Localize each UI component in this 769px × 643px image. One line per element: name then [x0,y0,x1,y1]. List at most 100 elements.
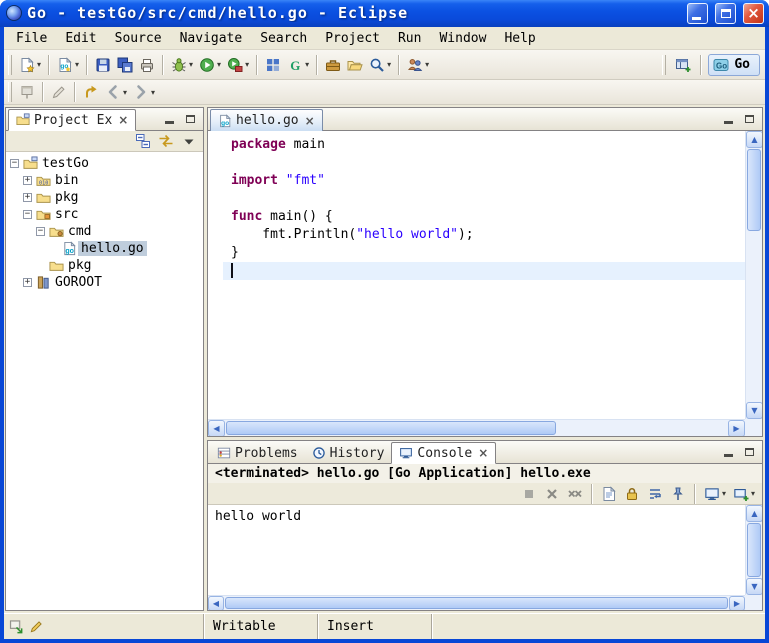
menu-item-help[interactable]: Help [495,29,544,48]
mark-occurrences-button[interactable] [48,80,70,104]
expand-expander-icon[interactable]: + [23,278,32,287]
console-horizontal-scrollbar[interactable]: ◀ ▶ [208,595,745,610]
fast-view-icon[interactable] [9,619,24,634]
scroll-lock-button[interactable] [621,484,643,504]
remove-all-button[interactable] [564,484,586,504]
tree-item-pkg[interactable]: pkg [6,257,203,274]
back-button[interactable]: ▾ [102,80,130,104]
save-all-button[interactable] [114,53,136,77]
new-wizard-button[interactable]: ▾ [16,53,44,77]
print-button[interactable] [136,53,158,77]
toolbar-drag-handle[interactable] [662,55,666,75]
tab-history[interactable]: History [305,442,392,464]
editor-vertical-scrollbar[interactable]: ▲ ▼ [745,131,762,419]
open-folder-button[interactable] [344,53,366,77]
tree-item-bin[interactable]: +010bin [6,172,203,189]
go-perspective-button[interactable]: Go Go [708,54,760,76]
scrollbar-thumb[interactable] [225,597,728,609]
collapse-all-button[interactable] [132,132,154,151]
console-vertical-scrollbar[interactable]: ▲ ▼ [745,505,762,595]
scrollbar-thumb[interactable] [226,421,556,435]
maximize-view-button[interactable] [181,111,199,127]
minimize-view-button[interactable] [719,444,737,460]
scrollbar-thumb[interactable] [747,149,761,231]
dropdown-arrow-icon[interactable]: ▾ [387,60,391,69]
collapse-expander-icon[interactable]: − [23,210,32,219]
menu-item-search[interactable]: Search [251,29,316,48]
menu-item-file[interactable]: File [7,29,56,48]
dropdown-arrow-icon[interactable]: ▾ [425,60,429,69]
expand-expander-icon[interactable]: + [23,193,32,202]
menu-item-run[interactable]: Run [389,29,430,48]
tree-item-src[interactable]: −src [6,206,203,223]
menu-item-project[interactable]: Project [316,29,389,48]
code-line[interactable]: package main [223,136,745,154]
minimize-view-button[interactable] [719,111,737,127]
eclipse-logo-icon[interactable] [6,5,22,21]
tab-problems[interactable]: Problems [210,442,305,464]
go-g-button[interactable]: G▾ [284,53,312,77]
edit-decorator-icon[interactable] [29,619,44,634]
dropdown-arrow-icon[interactable]: ▾ [245,60,249,69]
forward-button[interactable]: ▾ [130,80,158,104]
tree-item-goroot[interactable]: +GOROOT [6,274,203,291]
scroll-up-icon[interactable]: ▲ [746,505,763,522]
new-go-wizard-button[interactable]: go▾ [54,53,82,77]
terminate-button[interactable] [518,484,540,504]
tab-hello-go[interactable]: go hello.go × [210,109,323,131]
collapse-expander-icon[interactable]: − [10,159,19,168]
scroll-up-icon[interactable]: ▲ [746,131,762,148]
dropdown-arrow-icon[interactable]: ▾ [189,60,193,69]
scroll-left-icon[interactable]: ◀ [208,420,225,436]
view-menu-button[interactable] [178,132,200,151]
scroll-right-icon[interactable]: ▶ [728,420,745,436]
remove-launch-button[interactable] [541,484,563,504]
scroll-down-icon[interactable]: ▼ [746,578,763,595]
link-editor-button[interactable] [155,132,177,151]
run-button[interactable]: ▾ [196,53,224,77]
collapse-expander-icon[interactable]: − [36,227,45,236]
toolbar-drag-handle[interactable] [8,82,12,102]
toolbar-drag-handle[interactable] [8,55,12,75]
dropdown-arrow-icon[interactable]: ▾ [305,60,309,69]
tree-item-pkg[interactable]: +pkg [6,189,203,206]
open-console-button[interactable]: ▾ [730,484,758,504]
word-wrap-button[interactable] [644,484,666,504]
tree-item-cmd[interactable]: −cmd [6,223,203,240]
toolbox-button[interactable] [322,53,344,77]
close-window-button[interactable]: × [743,3,764,24]
dropdown-arrow-icon[interactable]: ▾ [151,88,155,97]
open-perspective-button[interactable] [672,53,694,77]
dropdown-arrow-icon[interactable]: ▾ [75,60,79,69]
minimize-view-button[interactable] [160,111,178,127]
save-button[interactable] [92,53,114,77]
search-button[interactable]: ▾ [366,53,394,77]
scroll-right-icon[interactable]: ▶ [729,596,745,611]
dropdown-arrow-icon[interactable]: ▾ [751,489,755,498]
tab-close-icon[interactable]: × [478,447,488,459]
code-line[interactable]: fmt.Println("hello world"); [223,226,745,244]
code-line[interactable] [223,262,745,280]
menu-item-source[interactable]: Source [106,29,171,48]
dropdown-arrow-icon[interactable]: ▾ [37,60,41,69]
team-button[interactable]: ▾ [404,53,432,77]
code-line[interactable]: import "fmt" [223,172,745,190]
menu-item-edit[interactable]: Edit [56,29,105,48]
console-output[interactable]: hello world ▲ ▼ ◀ ▶ [208,505,762,610]
code-line[interactable] [223,154,745,172]
annotation-ruler[interactable] [208,131,223,419]
tab-console[interactable]: Console× [391,442,496,464]
pin-console-button[interactable] [667,484,689,504]
dropdown-arrow-icon[interactable]: ▾ [722,489,726,498]
pin-editor-button[interactable] [16,80,38,104]
title-bar[interactable]: Go - testGo/src/cmd/hello.go - Eclipse × [0,0,769,27]
code-line[interactable] [223,190,745,208]
project-tree[interactable]: −testGo+010bin+pkg−src−cmdgohello.gopkg+… [6,152,203,610]
scroll-left-icon[interactable]: ◀ [208,596,224,611]
maximize-window-button[interactable] [715,3,736,24]
scroll-down-icon[interactable]: ▼ [746,402,762,419]
run-external-button[interactable]: ▾ [224,53,252,77]
code-editor[interactable]: package mainimport "fmt"func main() { fm… [223,131,745,419]
dropdown-arrow-icon[interactable]: ▾ [123,88,127,97]
menu-item-navigate[interactable]: Navigate [171,29,252,48]
